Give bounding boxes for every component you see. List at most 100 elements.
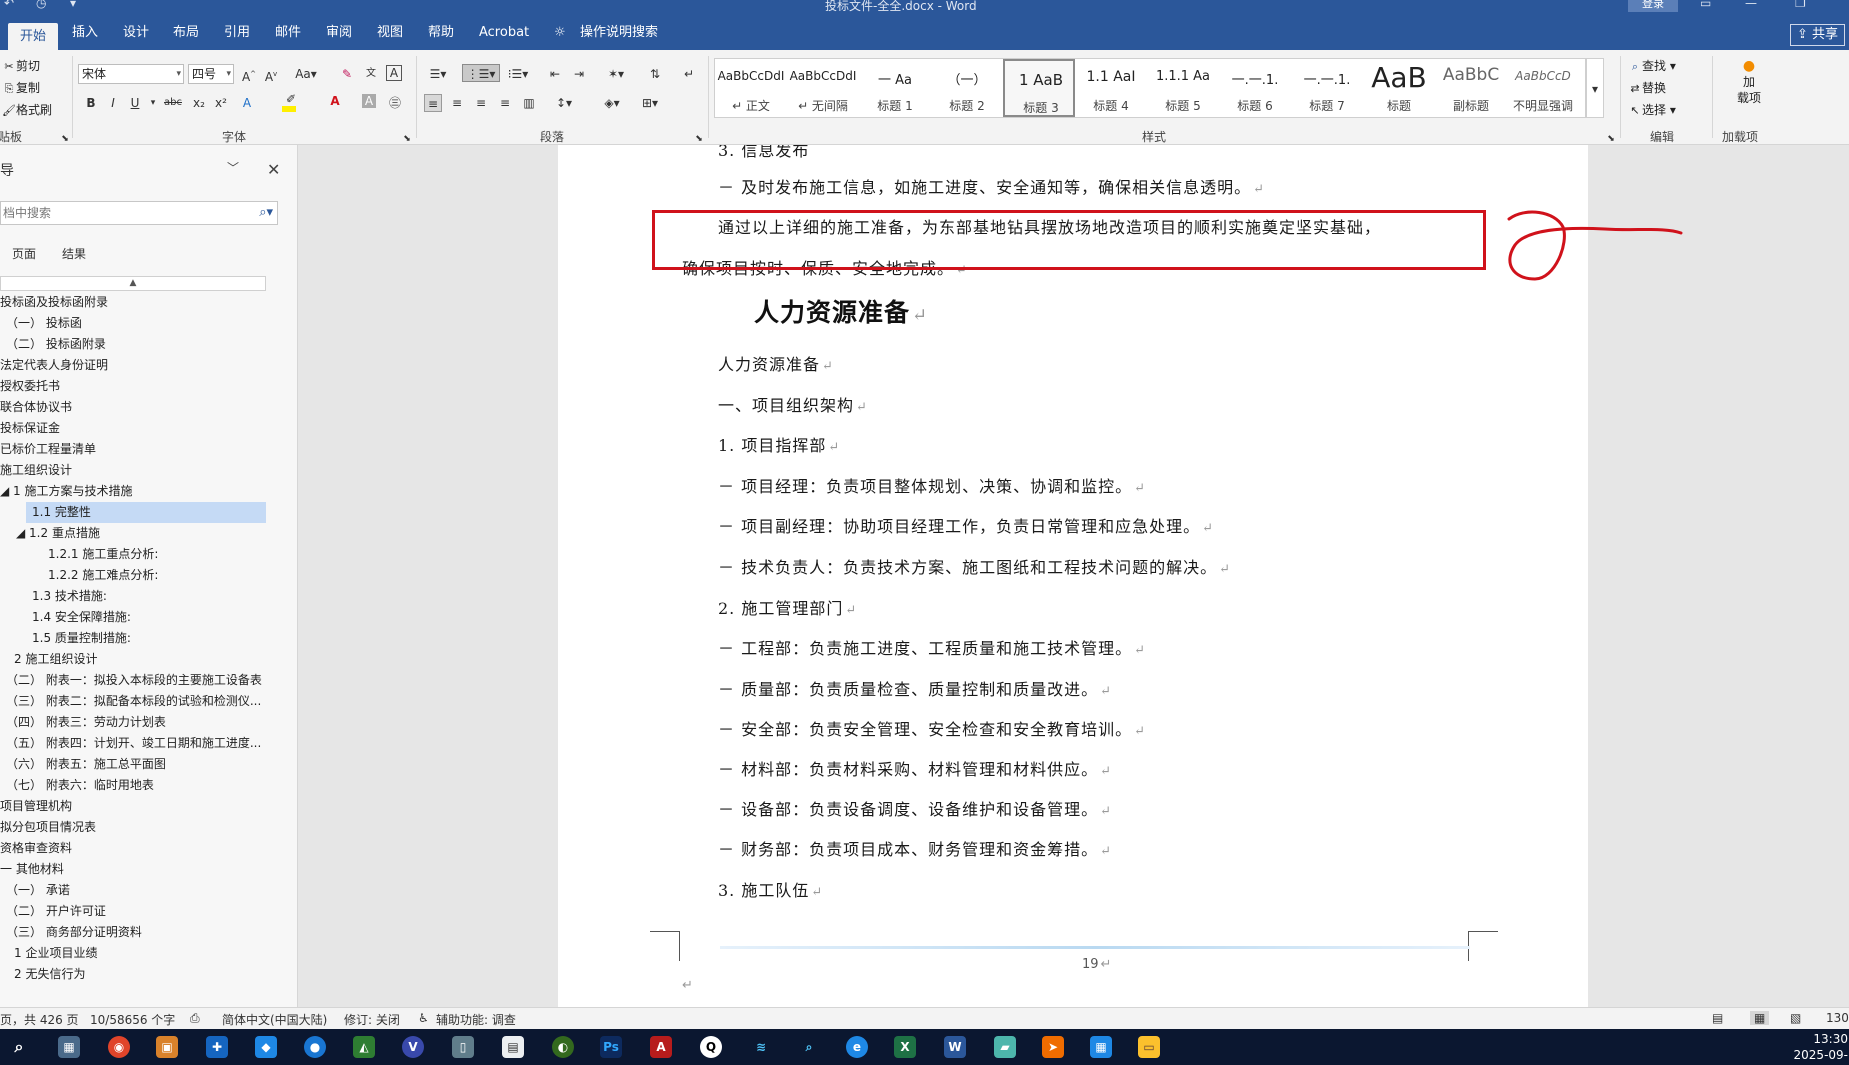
change-case-icon[interactable]: Aa▾: [292, 65, 320, 83]
outline-item[interactable]: 已标价工程量清单: [0, 439, 266, 460]
login-button[interactable]: 登录: [1628, 0, 1678, 12]
grow-font-icon[interactable]: A^: [240, 65, 258, 84]
outline-item[interactable]: （二） 附表一：拟投入本标段的主要施工设备表: [6, 670, 272, 691]
underline-icon[interactable]: U: [126, 94, 144, 112]
word-count-status[interactable]: 10/58656 个字: [90, 1011, 175, 1028]
shading-icon[interactable]: ◈▾: [598, 94, 626, 112]
outline-item[interactable]: ◢ 1.2 重点措施: [16, 523, 282, 544]
store-icon[interactable]: ◆: [255, 1036, 277, 1058]
align-left-icon[interactable]: ≡: [424, 94, 442, 112]
style-heading-2[interactable]: （一） 标题 2: [931, 59, 1003, 117]
document-icon[interactable]: ▤: [502, 1036, 524, 1058]
excel-icon[interactable]: X: [894, 1036, 916, 1058]
outline-item[interactable]: （七） 附表六：临时用地表: [6, 775, 272, 796]
outline-item[interactable]: （二） 投标函附录: [6, 334, 272, 355]
zoom-level[interactable]: 130: [1826, 1011, 1849, 1025]
line-spacing-icon[interactable]: ↕▾: [550, 94, 578, 112]
outline-item[interactable]: 项目管理机构: [0, 796, 266, 817]
calendar-icon[interactable]: ▦: [1090, 1036, 1112, 1058]
web-layout-icon[interactable]: ▧: [1790, 1011, 1801, 1025]
outline-item[interactable]: 法定代表人身份证明: [0, 355, 266, 376]
read-mode-icon[interactable]: ▤: [1712, 1011, 1723, 1025]
app-icon[interactable]: ✚: [206, 1036, 228, 1058]
font-name-combo[interactable]: 宋体 ▾: [78, 64, 184, 84]
outline-item[interactable]: 联合体协议书: [0, 397, 266, 418]
outline-item[interactable]: （五） 附表四：计划开、竣工日期和施工进度...: [6, 733, 272, 754]
undo-icon[interactable]: ↶: [4, 0, 14, 10]
outline-item[interactable]: 拟分包项目情况表: [0, 817, 266, 838]
enclose-char-icon[interactable]: ㊂: [386, 94, 404, 112]
app-icon[interactable]: ≋: [750, 1036, 772, 1058]
select-button[interactable]: ↖ 选择 ▾: [1628, 102, 1675, 118]
bullets-icon[interactable]: ☰▾: [424, 65, 452, 83]
outline-item[interactable]: （一） 投标函: [6, 313, 272, 334]
outline-item[interactable]: 施工组织设计: [0, 460, 266, 481]
outline-item[interactable]: （三） 商务部分证明资料: [6, 922, 272, 943]
print-layout-icon[interactable]: ▦: [1750, 1011, 1770, 1025]
char-border-icon[interactable]: A: [386, 65, 402, 81]
word-icon[interactable]: W: [944, 1036, 966, 1058]
highlighter-icon[interactable]: ✐: [282, 90, 300, 108]
outline-item[interactable]: 一 其他材料: [0, 859, 266, 880]
file-explorer-icon[interactable]: ▭: [1138, 1036, 1160, 1058]
restore-icon[interactable]: ❐: [1795, 0, 1806, 10]
collapse-all-button[interactable]: ▲: [0, 276, 266, 291]
accessibility-status[interactable]: 辅助功能: 调查: [436, 1011, 516, 1028]
align-center-icon[interactable]: ≡: [448, 94, 466, 112]
clear-format-icon[interactable]: ✎: [338, 65, 356, 83]
bold-icon[interactable]: B: [82, 94, 100, 112]
multilevel-list-icon[interactable]: ⁝☰▾: [504, 65, 532, 83]
app-icon[interactable]: ▰: [994, 1036, 1016, 1058]
style-heading-5[interactable]: 1.1.1 Aa 标题 5: [1147, 59, 1219, 117]
map-app-icon[interactable]: ◭: [353, 1036, 375, 1058]
outline-item[interactable]: 授权委托书: [0, 376, 266, 397]
outline-item[interactable]: （六） 附表五：施工总平面图: [6, 754, 272, 775]
chevron-down-icon[interactable]: ﹀: [227, 159, 239, 176]
format-painter-button[interactable]: 🖌格式刷: [2, 102, 52, 118]
outline-item[interactable]: 2 施工组织设计: [14, 649, 280, 670]
qq-icon[interactable]: Q: [700, 1036, 722, 1058]
superscript-icon[interactable]: x²: [212, 94, 230, 112]
outline-item[interactable]: 1.2.1 施工重点分析:: [48, 544, 314, 565]
chevron-down-icon[interactable]: ▾: [144, 94, 162, 112]
decrease-indent-icon[interactable]: ⇤: [546, 65, 564, 83]
proofing-icon[interactable]: ⎙: [190, 1011, 200, 1026]
chrome-icon[interactable]: ◉: [108, 1036, 130, 1058]
cut-button[interactable]: ✂ 剪切: [2, 58, 40, 74]
outline-item[interactable]: 1.2.2 施工难点分析:: [48, 565, 314, 586]
style-heading-3[interactable]: 1 AaB 标题 3: [1003, 59, 1075, 117]
tab-mailings[interactable]: 邮件: [275, 22, 301, 44]
tab-layout[interactable]: 布局: [173, 22, 199, 44]
phonetic-guide-icon[interactable]: 文: [362, 65, 380, 83]
language-status[interactable]: 简体中文(中国大陆): [222, 1011, 327, 1028]
folder-app-icon[interactable]: ▣: [156, 1036, 178, 1058]
style-normal[interactable]: AaBbCcDdI ↵ 正文: [715, 59, 787, 117]
strikethrough-icon[interactable]: abc: [164, 94, 182, 112]
ribbon-display-icon[interactable]: ▭: [1700, 0, 1711, 10]
edge-icon[interactable]: e: [846, 1036, 868, 1058]
tab-acrobat[interactable]: Acrobat: [479, 22, 529, 44]
outline-item[interactable]: ◢ 1 施工方案与技术措施: [0, 481, 266, 502]
outline-item[interactable]: 1.3 技术措施:: [32, 586, 298, 607]
italic-icon[interactable]: I: [104, 94, 122, 112]
nav-search-input[interactable]: 档中搜索 ⌕▾: [0, 201, 278, 225]
style-heading-6[interactable]: 一.一.1. 标题 6: [1219, 59, 1291, 117]
style-subtitle[interactable]: AaBbC 副标题: [1435, 59, 1507, 117]
char-shading-icon[interactable]: A: [362, 94, 376, 108]
tab-design[interactable]: 设计: [123, 22, 149, 44]
track-changes-status[interactable]: 修订: 关闭: [344, 1011, 400, 1028]
addins-button[interactable]: ● 加 载项: [1732, 58, 1766, 106]
minimize-icon[interactable]: —: [1745, 0, 1757, 10]
customize-qat-icon[interactable]: ▾: [70, 0, 76, 10]
outline-item[interactable]: （三） 附表二：拟配备本标段的试验和检测仪...: [6, 691, 272, 712]
style-heading-4[interactable]: 1.1 AaI 标题 4: [1075, 59, 1147, 117]
style-heading-1[interactable]: 一 Aa 标题 1: [859, 59, 931, 117]
calculator-icon[interactable]: ▦: [58, 1036, 80, 1058]
show-marks-icon[interactable]: ↵: [680, 65, 698, 83]
outline-item[interactable]: 投标函及投标函附录: [0, 292, 266, 313]
app-icon[interactable]: ◐: [552, 1036, 574, 1058]
style-subtle-emphasis[interactable]: AaBbCcD 不明显强调: [1507, 59, 1585, 117]
page-count-status[interactable]: 页，共 426 页: [0, 1011, 79, 1028]
acrobat-icon[interactable]: A: [650, 1036, 672, 1058]
align-right-icon[interactable]: ≡: [472, 94, 490, 112]
